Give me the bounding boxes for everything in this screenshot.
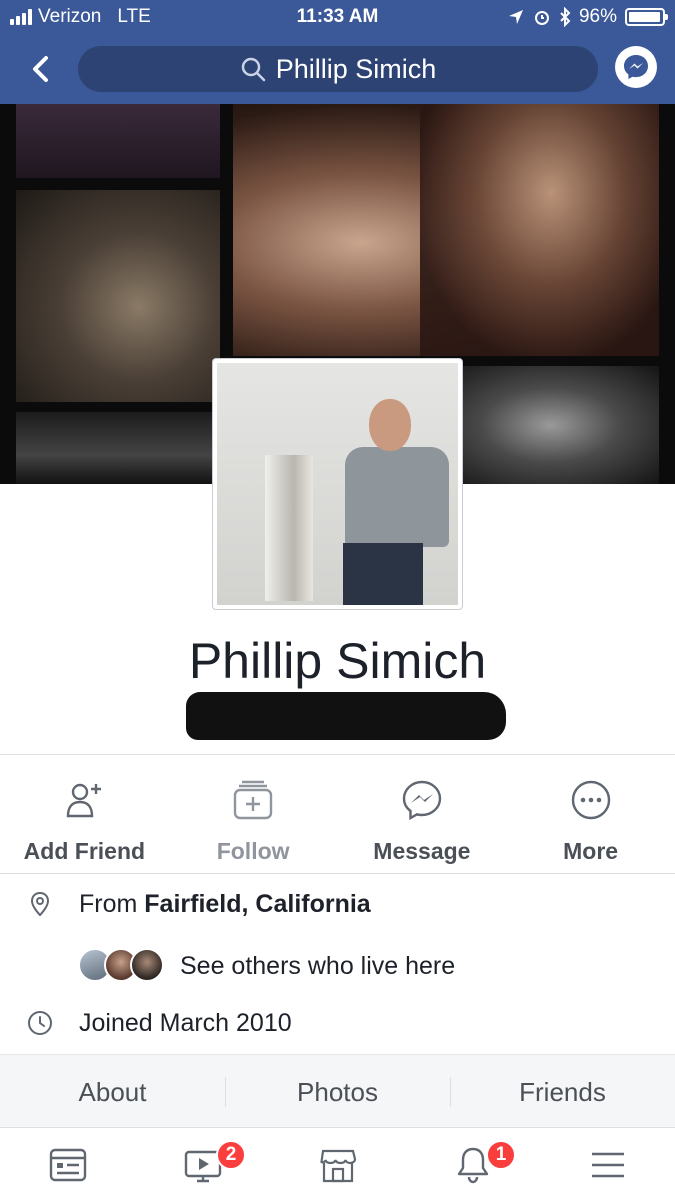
divider — [0, 754, 675, 755]
marketplace-tab[interactable] — [270, 1130, 405, 1200]
search-icon — [241, 57, 265, 82]
resident-avatars — [78, 948, 168, 984]
tab-photos[interactable]: Photos — [225, 1055, 450, 1127]
watch-badge: 2 — [216, 1140, 246, 1170]
follow-icon — [233, 780, 273, 820]
hometown-prefix: From — [79, 890, 145, 918]
more-label: More — [563, 838, 619, 864]
news-feed-icon — [49, 1148, 86, 1182]
bluetooth-icon — [560, 7, 571, 27]
add-friend-button[interactable]: Add Friend — [0, 770, 169, 870]
location-icon — [508, 10, 523, 24]
add-friend-icon — [67, 783, 102, 818]
cover-collage-photo — [16, 190, 220, 402]
see-others-label: See others who live here — [180, 952, 456, 980]
message-label: Message — [373, 838, 471, 864]
profile-tabs: About Photos Friends — [0, 1054, 675, 1128]
chevron-left-icon[interactable] — [24, 52, 58, 86]
clock-icon — [28, 1011, 52, 1035]
profile-photo-image — [217, 363, 458, 605]
tab-about[interactable]: About — [0, 1055, 225, 1127]
battery-percent: 96% — [578, 6, 617, 27]
notifications-badge: 1 — [486, 1140, 516, 1170]
redacted-mark — [186, 692, 506, 740]
cover-collage-photo — [462, 366, 659, 484]
divider — [0, 873, 675, 874]
search-text: Phillip Simich — [275, 53, 437, 84]
hometown-row[interactable]: From Fairfield, California — [0, 886, 675, 926]
joined-label: Joined March 2010 — [79, 1009, 292, 1037]
profile-actions: Add Friend Follow Message More — [0, 770, 675, 870]
watch-tab[interactable]: 2 — [135, 1130, 270, 1200]
cover-collage-photo — [16, 412, 216, 484]
cover-collage-photo — [420, 104, 659, 356]
bottom-nav: 2 1 — [0, 1130, 675, 1200]
cover-collage-photo — [16, 104, 220, 178]
more-icon — [571, 780, 610, 820]
joined-row: Joined March 2010 — [0, 1005, 675, 1045]
message-button[interactable]: Message — [338, 770, 507, 870]
messenger-icon — [402, 780, 442, 821]
tab-friends[interactable]: Friends — [450, 1055, 675, 1127]
battery-icon — [625, 8, 668, 26]
alarm-icon — [534, 11, 549, 25]
menu-icon — [591, 1152, 624, 1178]
messenger-button[interactable] — [615, 46, 657, 88]
notifications-tab[interactable]: 1 — [405, 1130, 540, 1200]
add-friend-label: Add Friend — [23, 838, 146, 864]
news-feed-tab[interactable] — [0, 1130, 135, 1200]
profile-picture[interactable] — [212, 358, 463, 610]
see-others-row[interactable]: See others who live here — [0, 948, 675, 988]
hometown-place[interactable]: Fairfield, California — [144, 890, 370, 918]
follow-label: Follow — [216, 838, 290, 864]
menu-tab[interactable] — [540, 1130, 675, 1200]
search-bar[interactable]: Phillip Simich — [78, 46, 598, 92]
messenger-icon — [624, 55, 648, 79]
profile-name: Phillip Simich — [188, 633, 487, 689]
marketplace-icon — [319, 1149, 356, 1183]
status-bar: Verizon LTE 11:33 AM 96% — [0, 0, 675, 34]
avatar — [130, 948, 164, 982]
follow-button[interactable]: Follow — [169, 770, 338, 870]
more-button[interactable]: More — [506, 770, 675, 870]
top-bar: Verizon LTE 11:33 AM 96% Phillip Simich — [0, 0, 675, 104]
location-pin-icon — [30, 891, 50, 917]
